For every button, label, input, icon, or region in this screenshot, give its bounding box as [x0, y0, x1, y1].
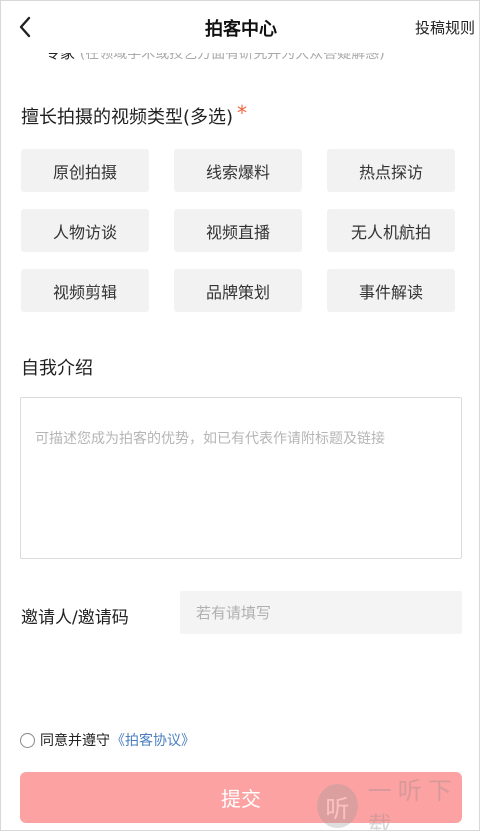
agreement-text: 同意并遵守 — [40, 733, 110, 749]
page: 拍客中心 投稿规则 专家 (在领域学术或技艺方面有研究并为大众答疑解惑) 擅长拍… — [0, 0, 480, 831]
video-type-option[interactable]: 视频直播 — [174, 209, 302, 252]
submission-rules-link[interactable]: 投稿规则 — [415, 17, 475, 38]
video-type-option[interactable]: 线索爆料 — [174, 149, 302, 192]
agreement-radio[interactable] — [20, 732, 35, 748]
video-type-option[interactable]: 原创拍摄 — [21, 149, 149, 192]
intro-box — [20, 397, 462, 559]
video-type-option[interactable]: 无人机航拍 — [327, 209, 455, 252]
back-button[interactable] — [9, 11, 41, 43]
video-types-heading: 擅长拍摄的视频类型(多选) * — [21, 101, 248, 129]
agreement-link[interactable]: 《拍客协议》 — [111, 730, 195, 750]
invite-code-input[interactable] — [180, 591, 462, 634]
intro-textarea[interactable] — [35, 428, 447, 528]
intro-title: 自我介绍 — [21, 358, 93, 379]
chevron-left-icon — [19, 16, 31, 38]
video-types-title: 擅长拍摄的视频类型(多选) — [21, 107, 234, 128]
submit-button[interactable]: 提交 — [20, 772, 462, 823]
invite-label: 邀请人/邀请码 — [21, 608, 129, 628]
agreement-row: 同意并遵守 《拍客协议》 — [20, 730, 195, 750]
page-title: 拍客中心 — [205, 19, 277, 40]
video-type-option[interactable]: 事件解读 — [327, 269, 455, 312]
required-asterisk: * — [237, 101, 248, 125]
video-type-option[interactable]: 人物访谈 — [21, 209, 149, 252]
video-type-option[interactable]: 热点探访 — [327, 149, 455, 192]
header: 拍客中心 投稿规则 — [1, 1, 479, 53]
video-type-option[interactable]: 视频剪辑 — [21, 269, 149, 312]
video-type-option[interactable]: 品牌策划 — [174, 269, 302, 312]
video-type-grid: 原创拍摄 线索爆料 热点探访 人物访谈 视频直播 无人机航拍 视频剪辑 品牌策划… — [21, 149, 456, 312]
